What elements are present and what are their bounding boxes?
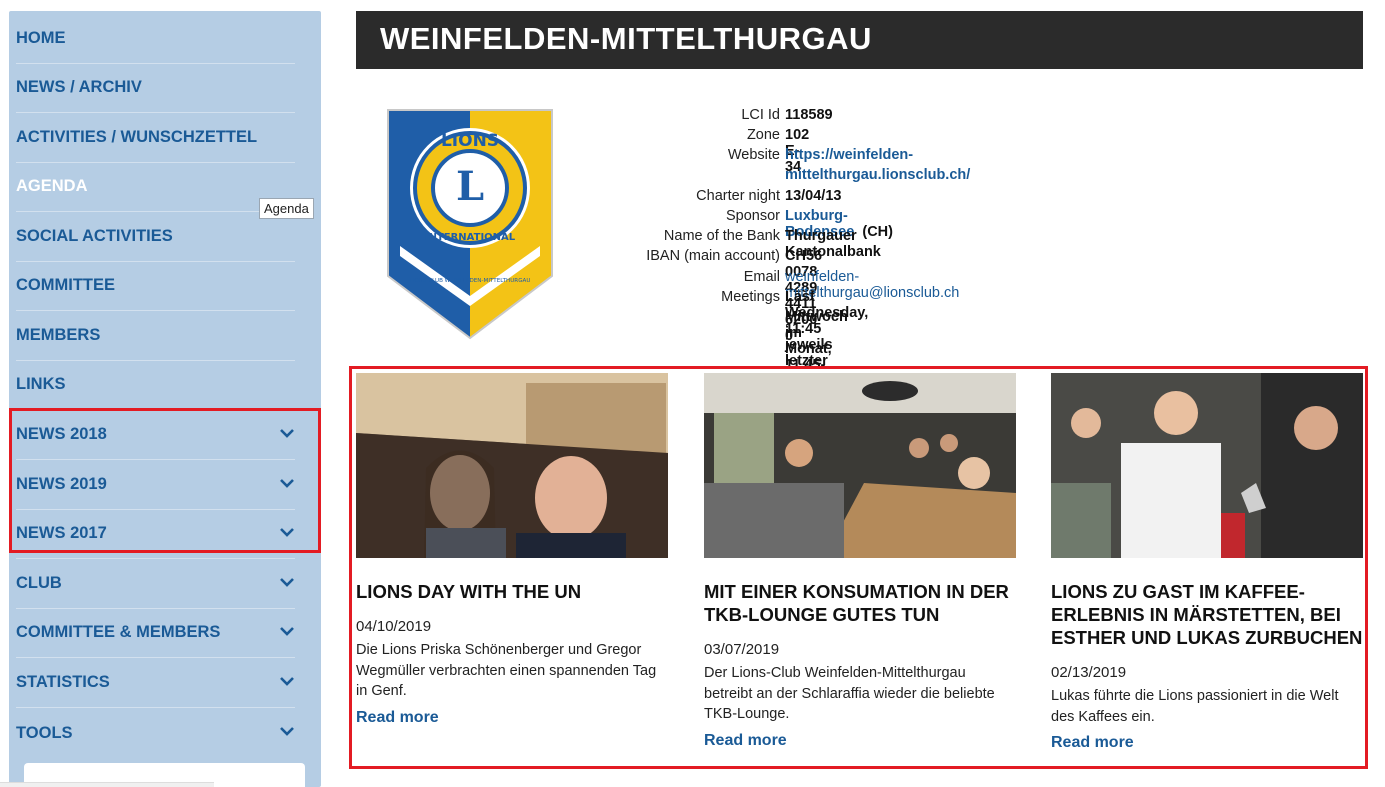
iban-label: IBAN (main account) [646, 248, 780, 264]
news-date: 03/07/2019 [704, 641, 780, 658]
read-more-link[interactable]: Read more [1051, 734, 1134, 752]
chevron-down-icon[interactable] [279, 674, 295, 688]
logo-ribbon-text: INTERNATIONAL [425, 232, 516, 243]
chevron-down-icon[interactable] [279, 724, 295, 738]
sidebar-item-news-archiv[interactable]: NEWS / ARCHIV [16, 63, 295, 113]
news-photo[interactable] [704, 373, 1016, 558]
sidebar-item-label: LINKS [16, 375, 66, 393]
website-label: Website [727, 147, 780, 163]
news-title[interactable]: LIONS ZU GAST IM KAFFEE-ERLEBNIS IN MÄRS… [1051, 580, 1363, 649]
sidebar-item-activities[interactable]: ACTIVITIES / WUNSCHZETTEL [16, 113, 295, 163]
news-excerpt: Die Lions Priska Schönenberger und Grego… [356, 642, 657, 699]
sidebar-item-agenda[interactable]: AGENDA [16, 162, 295, 212]
sidebar-item-social-activities[interactable]: SOCIAL ACTIVITIES [16, 212, 295, 262]
sidebar-item-label: COMMITTEE & MEMBERS [16, 623, 221, 641]
website-link[interactable]: https://weinfelden- [785, 147, 913, 163]
email-label: Email [743, 269, 780, 285]
sponsor-label: Sponsor [725, 208, 780, 224]
sidebar-item-label: COMMITTEE [16, 276, 115, 294]
logo-top-text: LIONS [441, 131, 499, 151]
lions-logo: L LIONS INTERNATIONAL LIONS CLUB WEINFEL… [387, 109, 553, 340]
charter-label: Charter night [696, 188, 780, 204]
read-more-link[interactable]: Read more [356, 709, 439, 727]
zone-label: Zone [746, 127, 780, 143]
chevron-down-icon[interactable] [279, 575, 295, 589]
news-photo[interactable] [1051, 373, 1363, 558]
news-photo[interactable] [356, 373, 668, 558]
news-excerpt: Der Lions-Club Weinfelden-Mittelthurgau … [704, 665, 995, 722]
meetings-label: Meetings [721, 289, 780, 305]
news-card: LIONS DAY WITH THE UN 04/10/2019 Die Lio… [356, 373, 668, 727]
bank-label: Name of the Bank [663, 228, 780, 244]
sidebar-item-label: HOME [16, 29, 66, 47]
news-title[interactable]: MIT EINER KONSUMATION IN DER TKB-LOUNGE … [704, 580, 1016, 626]
sidebar-item-label: STATISTICS [16, 673, 110, 691]
lci-label: LCI Id [741, 107, 780, 123]
news-date: 02/13/2019 [1051, 664, 1127, 681]
sidebar-item-members[interactable]: MEMBERS [16, 311, 295, 361]
logo-letter: L [456, 163, 484, 210]
page-header: WEINFELDEN-MITTELTHURGAU [356, 11, 1363, 69]
sidebar-item-label: AGENDA [16, 177, 88, 195]
agenda-tooltip: Agenda [259, 198, 314, 219]
sidebar-item-label: CLUB [16, 574, 62, 592]
sidebar-item-label: SOCIAL ACTIVITIES [16, 227, 173, 245]
sidebar-item-committee[interactable]: COMMITTEE [16, 261, 295, 311]
sidebar-item-links[interactable]: LINKS [16, 360, 295, 410]
status-strip [0, 782, 214, 787]
lci-value: 118589 [785, 107, 833, 123]
logo-bottom-text: LIONS CLUB WEINFELDEN-MITTELTHURGAU [410, 278, 531, 284]
news-excerpt: Lukas führte die Lions passioniert in di… [1051, 688, 1339, 725]
sidebar-item-committee-members[interactable]: COMMITTEE & MEMBERS [16, 608, 295, 658]
sidebar-item-label: NEWS / ARCHIV [16, 78, 142, 96]
sidebar-item-club[interactable]: CLUB [16, 559, 295, 609]
sidebar-item-home[interactable]: HOME [16, 14, 295, 64]
sidebar-item-tools[interactable]: TOOLS [16, 708, 295, 758]
sidebar-item-label: TOOLS [16, 723, 73, 742]
news-date: 04/10/2019 [356, 618, 432, 635]
website-link-cont[interactable]: mittelthurgau.lionsclub.ch/ [785, 167, 970, 183]
highlight-frame-nav [9, 408, 321, 553]
sidebar-item-label: MEMBERS [16, 326, 101, 344]
news-card: MIT EINER KONSUMATION IN DER TKB-LOUNGE … [704, 373, 1016, 750]
page-title: WEINFELDEN-MITTELTHURGAU [380, 21, 872, 56]
sidebar-item-label: ACTIVITIES / WUNSCHZETTEL [16, 128, 258, 146]
charter-value: 13/04/13 [785, 188, 842, 204]
news-card: LIONS ZU GAST IM KAFFEE-ERLEBNIS IN MÄRS… [1051, 373, 1363, 752]
news-title[interactable]: LIONS DAY WITH THE UN [356, 580, 668, 603]
sidebar-item-statistics[interactable]: STATISTICS [16, 658, 295, 708]
chevron-down-icon[interactable] [279, 624, 295, 638]
read-more-link[interactable]: Read more [704, 732, 787, 750]
